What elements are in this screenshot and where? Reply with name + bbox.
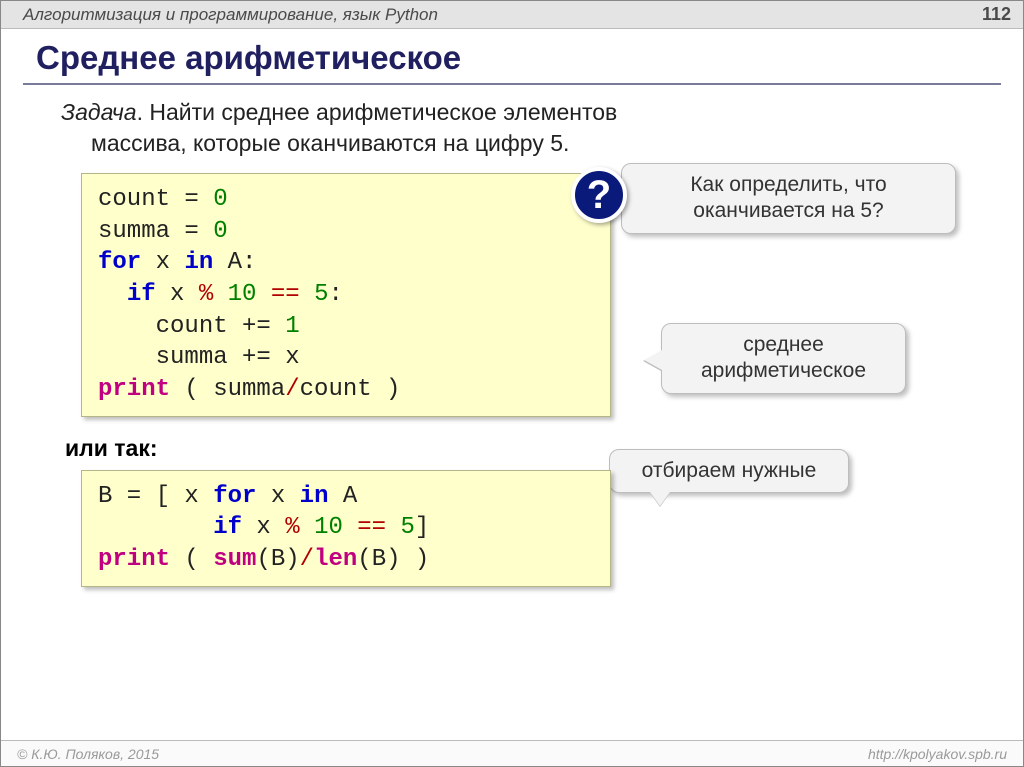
- code-text: A: [328, 483, 357, 510]
- code-text: /: [300, 546, 314, 573]
- callout-average: среднее арифметическое: [661, 323, 906, 394]
- code-text: x: [242, 514, 285, 541]
- code-text: x: [156, 281, 199, 308]
- callout-pick-text: отбираем нужные: [628, 458, 830, 484]
- code-text: (B) ): [357, 546, 429, 573]
- code-text: = [ x: [112, 483, 213, 510]
- task-line1: . Найти среднее арифметическое элементов: [137, 99, 618, 125]
- topbar-title: Алгоритмизация и программирование, язык …: [23, 5, 438, 25]
- code-text: +=: [228, 313, 286, 340]
- code-text: [98, 344, 156, 371]
- code-text: [98, 281, 127, 308]
- code-text: (B): [256, 546, 299, 573]
- code-text: if: [213, 514, 242, 541]
- code-text: 5: [314, 281, 328, 308]
- code-text: for: [213, 483, 256, 510]
- task-text: Задача. Найти среднее арифметическое эле…: [1, 85, 1023, 173]
- task-label: Задача: [61, 99, 137, 125]
- code-text: for: [98, 249, 141, 276]
- code-text: count ): [300, 376, 401, 403]
- code-text: x: [285, 344, 299, 371]
- code-text: +=: [228, 344, 286, 371]
- code-text: :: [329, 281, 343, 308]
- code-text: 5: [401, 514, 415, 541]
- code-text: [98, 514, 213, 541]
- content-area: count = 0 summa = 0 for x in A: if x % 1…: [1, 173, 1023, 587]
- footer-url: http://kpolyakov.spb.ru: [868, 746, 1007, 762]
- footer-copyright: © К.Ю. Поляков, 2015: [17, 746, 159, 762]
- code-text: A:: [213, 249, 256, 276]
- code-text: ( summa: [170, 376, 285, 403]
- footer: © К.Ю. Поляков, 2015 http://kpolyakov.sp…: [1, 740, 1023, 766]
- code-text: in: [184, 249, 213, 276]
- code-text: in: [300, 483, 329, 510]
- code-text: summa: [98, 218, 170, 245]
- code-text: /: [285, 376, 299, 403]
- code-text: count: [156, 313, 228, 340]
- code-text: ==: [271, 281, 300, 308]
- code-text: print: [98, 376, 170, 403]
- code-text: [256, 281, 270, 308]
- code-text: x: [141, 249, 184, 276]
- code-text: print: [98, 546, 170, 573]
- code-text: [386, 514, 400, 541]
- code-text: len: [314, 546, 357, 573]
- callout-question: Как определить, что оканчивается на 5?: [621, 163, 956, 234]
- code-block-1: count = 0 summa = 0 for x in A: if x % 1…: [81, 173, 611, 417]
- topbar: Алгоритмизация и программирование, язык …: [1, 1, 1023, 29]
- heading-text: Среднее арифметическое: [36, 39, 1001, 77]
- callout-avg-line2: арифметическое: [680, 358, 887, 384]
- code-text: 10: [228, 281, 257, 308]
- code-text: [98, 313, 156, 340]
- code-text: x: [256, 483, 299, 510]
- task-line2: массива, которые оканчиваются на цифру 5…: [61, 128, 963, 159]
- code-text: if: [127, 281, 156, 308]
- code-text: ]: [415, 514, 429, 541]
- callout-tail-icon: [644, 350, 662, 370]
- code-text: ==: [357, 514, 386, 541]
- question-mark-icon: ?: [571, 167, 627, 223]
- code-text: count: [98, 186, 170, 213]
- code-text: [343, 514, 357, 541]
- callout-tail-icon: [650, 492, 670, 506]
- code-text: =: [170, 218, 213, 245]
- heading: Среднее арифметическое: [1, 29, 1023, 81]
- page-number: 112: [982, 4, 1011, 25]
- code-text: (: [170, 546, 213, 573]
- qmark-text: ?: [587, 173, 611, 218]
- code-text: sum: [213, 546, 256, 573]
- code-text: 0: [213, 186, 227, 213]
- code-text: 1: [285, 313, 299, 340]
- code-text: B: [98, 483, 112, 510]
- code-text: %: [285, 514, 299, 541]
- callout-avg-line1: среднее: [680, 332, 887, 358]
- code-text: =: [170, 186, 213, 213]
- code-text: [213, 281, 227, 308]
- code-text: [300, 281, 314, 308]
- callout-q-line2: оканчивается на 5?: [640, 198, 937, 224]
- slide: Алгоритмизация и программирование, язык …: [0, 0, 1024, 767]
- code-text: summa: [156, 344, 228, 371]
- callout-q-line1: Как определить, что: [640, 172, 937, 198]
- code-block-2: B = [ x for x in A if x % 10 == 5] print…: [81, 470, 611, 587]
- callout-pick: отбираем нужные: [609, 449, 849, 493]
- code-text: [300, 514, 314, 541]
- code-text: %: [199, 281, 213, 308]
- code-text: 0: [213, 218, 227, 245]
- code-text: 10: [314, 514, 343, 541]
